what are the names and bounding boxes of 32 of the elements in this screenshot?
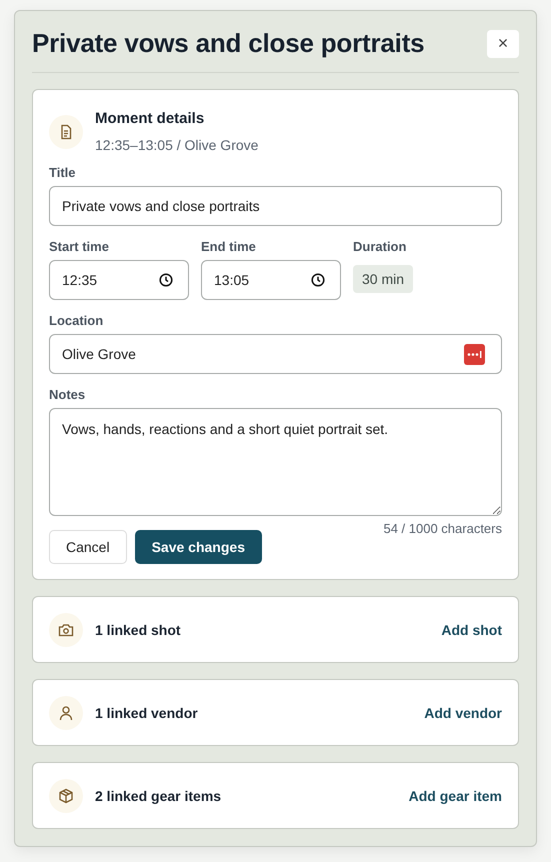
add-link[interactable]: Add shot <box>441 622 502 638</box>
box-icon <box>49 778 83 812</box>
document-icon <box>49 115 83 149</box>
linked-count: 1 linked shot <box>95 622 182 638</box>
end-time-field[interactable]: 13:05 <box>201 260 341 300</box>
add-link[interactable]: Add gear item <box>408 788 502 804</box>
save-button[interactable]: Save changes <box>134 530 262 564</box>
field-label: Notes <box>49 387 86 402</box>
linked-count: 2 linked gear items <box>95 788 222 804</box>
field-label: Start time <box>49 239 110 254</box>
moment-summary: 12:35–13:05 / Olive Grove <box>95 137 258 153</box>
dots-icon[interactable] <box>464 344 485 365</box>
dialog-title: Private vows and close portraits <box>32 28 424 59</box>
field-label: End time <box>201 239 257 254</box>
cancel-button[interactable]: Cancel <box>49 530 127 564</box>
field-label: Location <box>49 313 104 328</box>
duration-badge: 30 min <box>353 265 414 293</box>
linked-count: 1 linked vendor <box>95 704 199 720</box>
character-counter: 54 / 1000 characters <box>383 521 502 536</box>
title-field[interactable]: Private vows and close portraits <box>49 186 502 226</box>
camera-icon <box>49 612 83 646</box>
clock-icon <box>311 273 325 287</box>
location-field[interactable]: Olive Grove <box>49 334 502 374</box>
clock-icon <box>159 273 173 287</box>
close-button[interactable]: × <box>487 30 519 58</box>
section-heading: Moment details <box>95 110 206 127</box>
field-label: Duration <box>353 239 408 254</box>
notes-field[interactable]: Vows, hands, reactions and a short quiet portrait set. <box>49 408 502 516</box>
person-icon <box>49 696 83 730</box>
add-link[interactable]: Add vendor <box>424 704 502 720</box>
field-label: Title <box>49 165 76 180</box>
start-time-field[interactable]: 12:35 <box>49 260 189 300</box>
